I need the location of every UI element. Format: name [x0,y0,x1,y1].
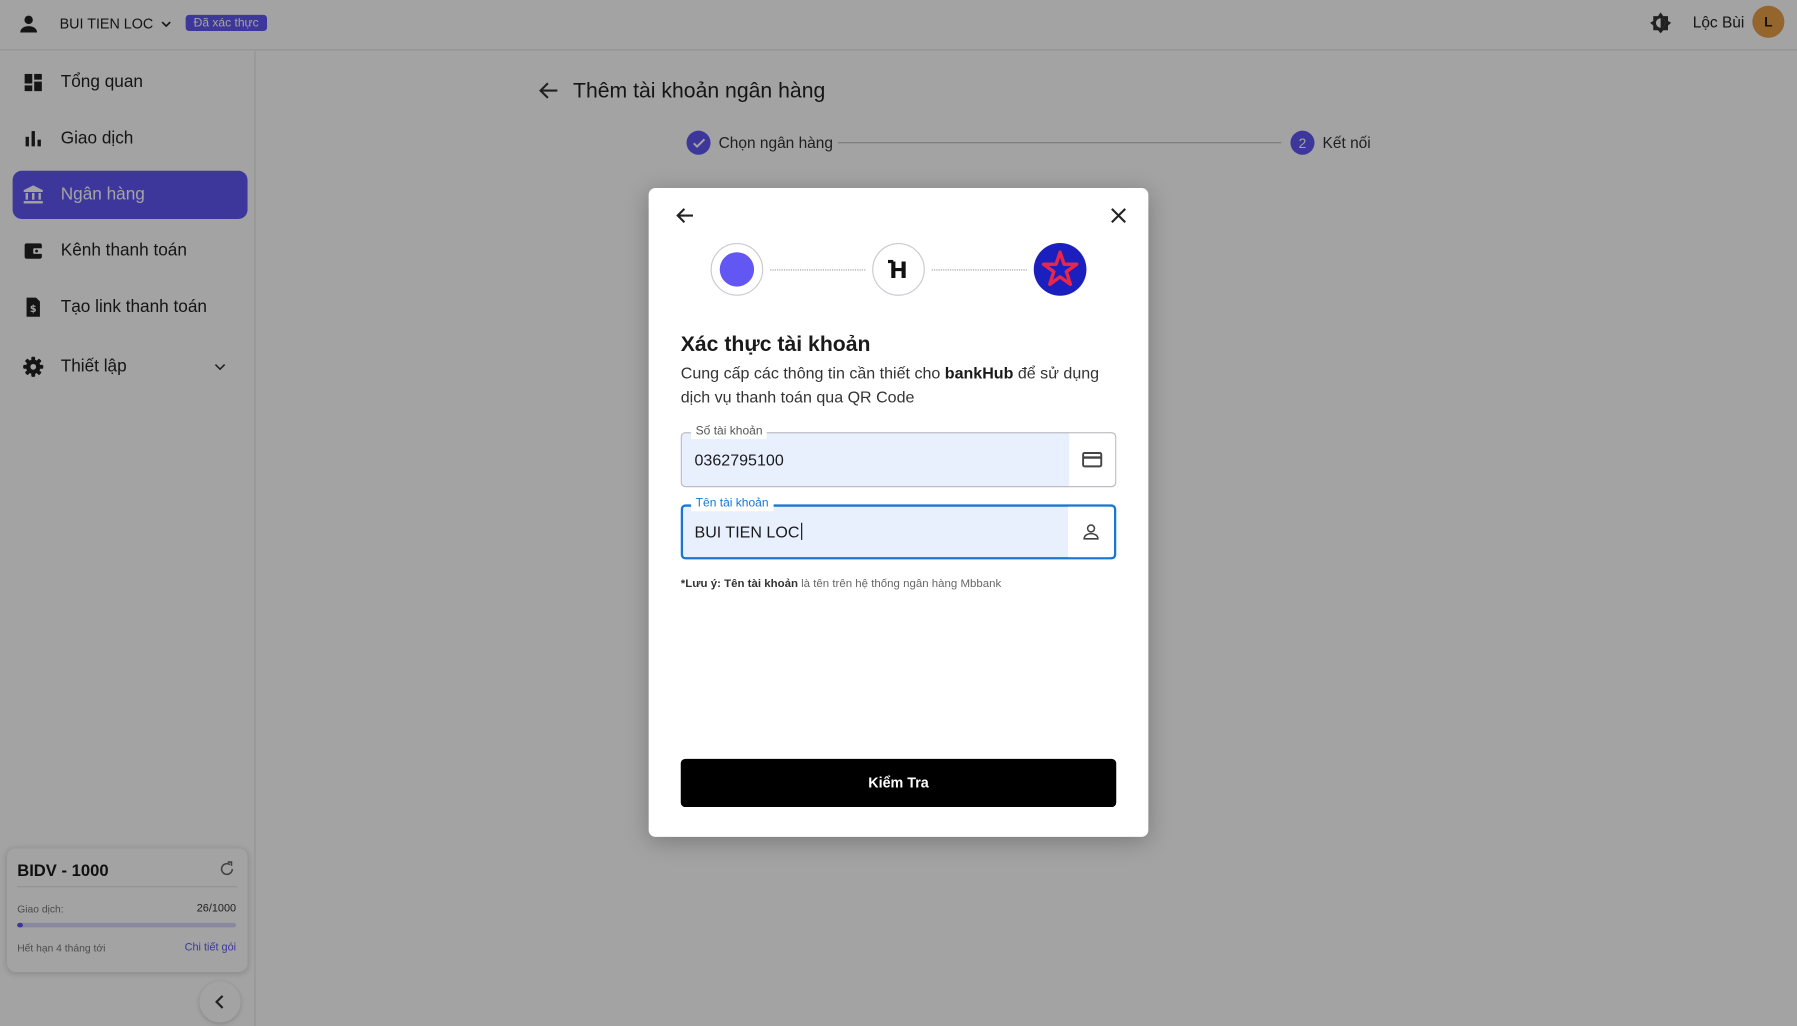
description-text: Cung cấp các thông tin cần thiết cho [680,363,945,382]
dialog-description: Cung cấp các thông tin cần thiết cho ban… [681,361,1116,409]
app-logo-dot [719,252,755,287]
bank-logo [1033,243,1087,296]
bankhub-logo-mark: H [887,259,908,282]
person-icon [1083,524,1099,540]
bankhub-logo: H [872,243,925,296]
field-adornment [1068,506,1114,558]
close-icon[interactable] [1107,204,1130,227]
verify-account-dialog: H Xác thực tài khoản Cung cấp các thông … [648,188,1149,837]
credit-card-icon [1082,452,1103,468]
account-number-label: Số tài khoản [691,424,768,440]
app-window: BUI TIEN LOC Đã xác thực Lộc Bùi L Tổng … [0,0,1797,1026]
account-name-label: Tên tài khoản [691,496,774,512]
note-text: là tên trên hệ thống ngân hàng Mbbank [797,577,1002,591]
account-name-field[interactable]: Tên tài khoản BUI TIEN LOC [680,496,1117,560]
account-name-value: BUI TIEN LOC [694,522,800,542]
account-number-input[interactable]: 0362795100 [695,451,1062,469]
app-logo [710,243,764,296]
back-arrow-icon[interactable] [674,204,697,227]
account-number-field[interactable]: Số tài khoản 0362795100 [680,424,1117,488]
star-logo-icon [1041,250,1079,287]
check-button[interactable]: Kiểm Tra [680,758,1117,808]
brand-name: bankHub [944,363,1014,382]
text-caret [800,522,802,540]
note-prefix: *Lưu ý: Tên tài khoản [680,577,798,591]
account-name-input[interactable]: BUI TIEN LOC [694,522,1062,542]
account-name-note: *Lưu ý: Tên tài khoản là tên trên hệ thố… [681,578,1001,591]
dotted-connector [770,269,866,271]
field-adornment [1069,433,1116,487]
dotted-connector [931,269,1027,271]
dialog-title: Xác thực tài khoản [680,331,871,356]
